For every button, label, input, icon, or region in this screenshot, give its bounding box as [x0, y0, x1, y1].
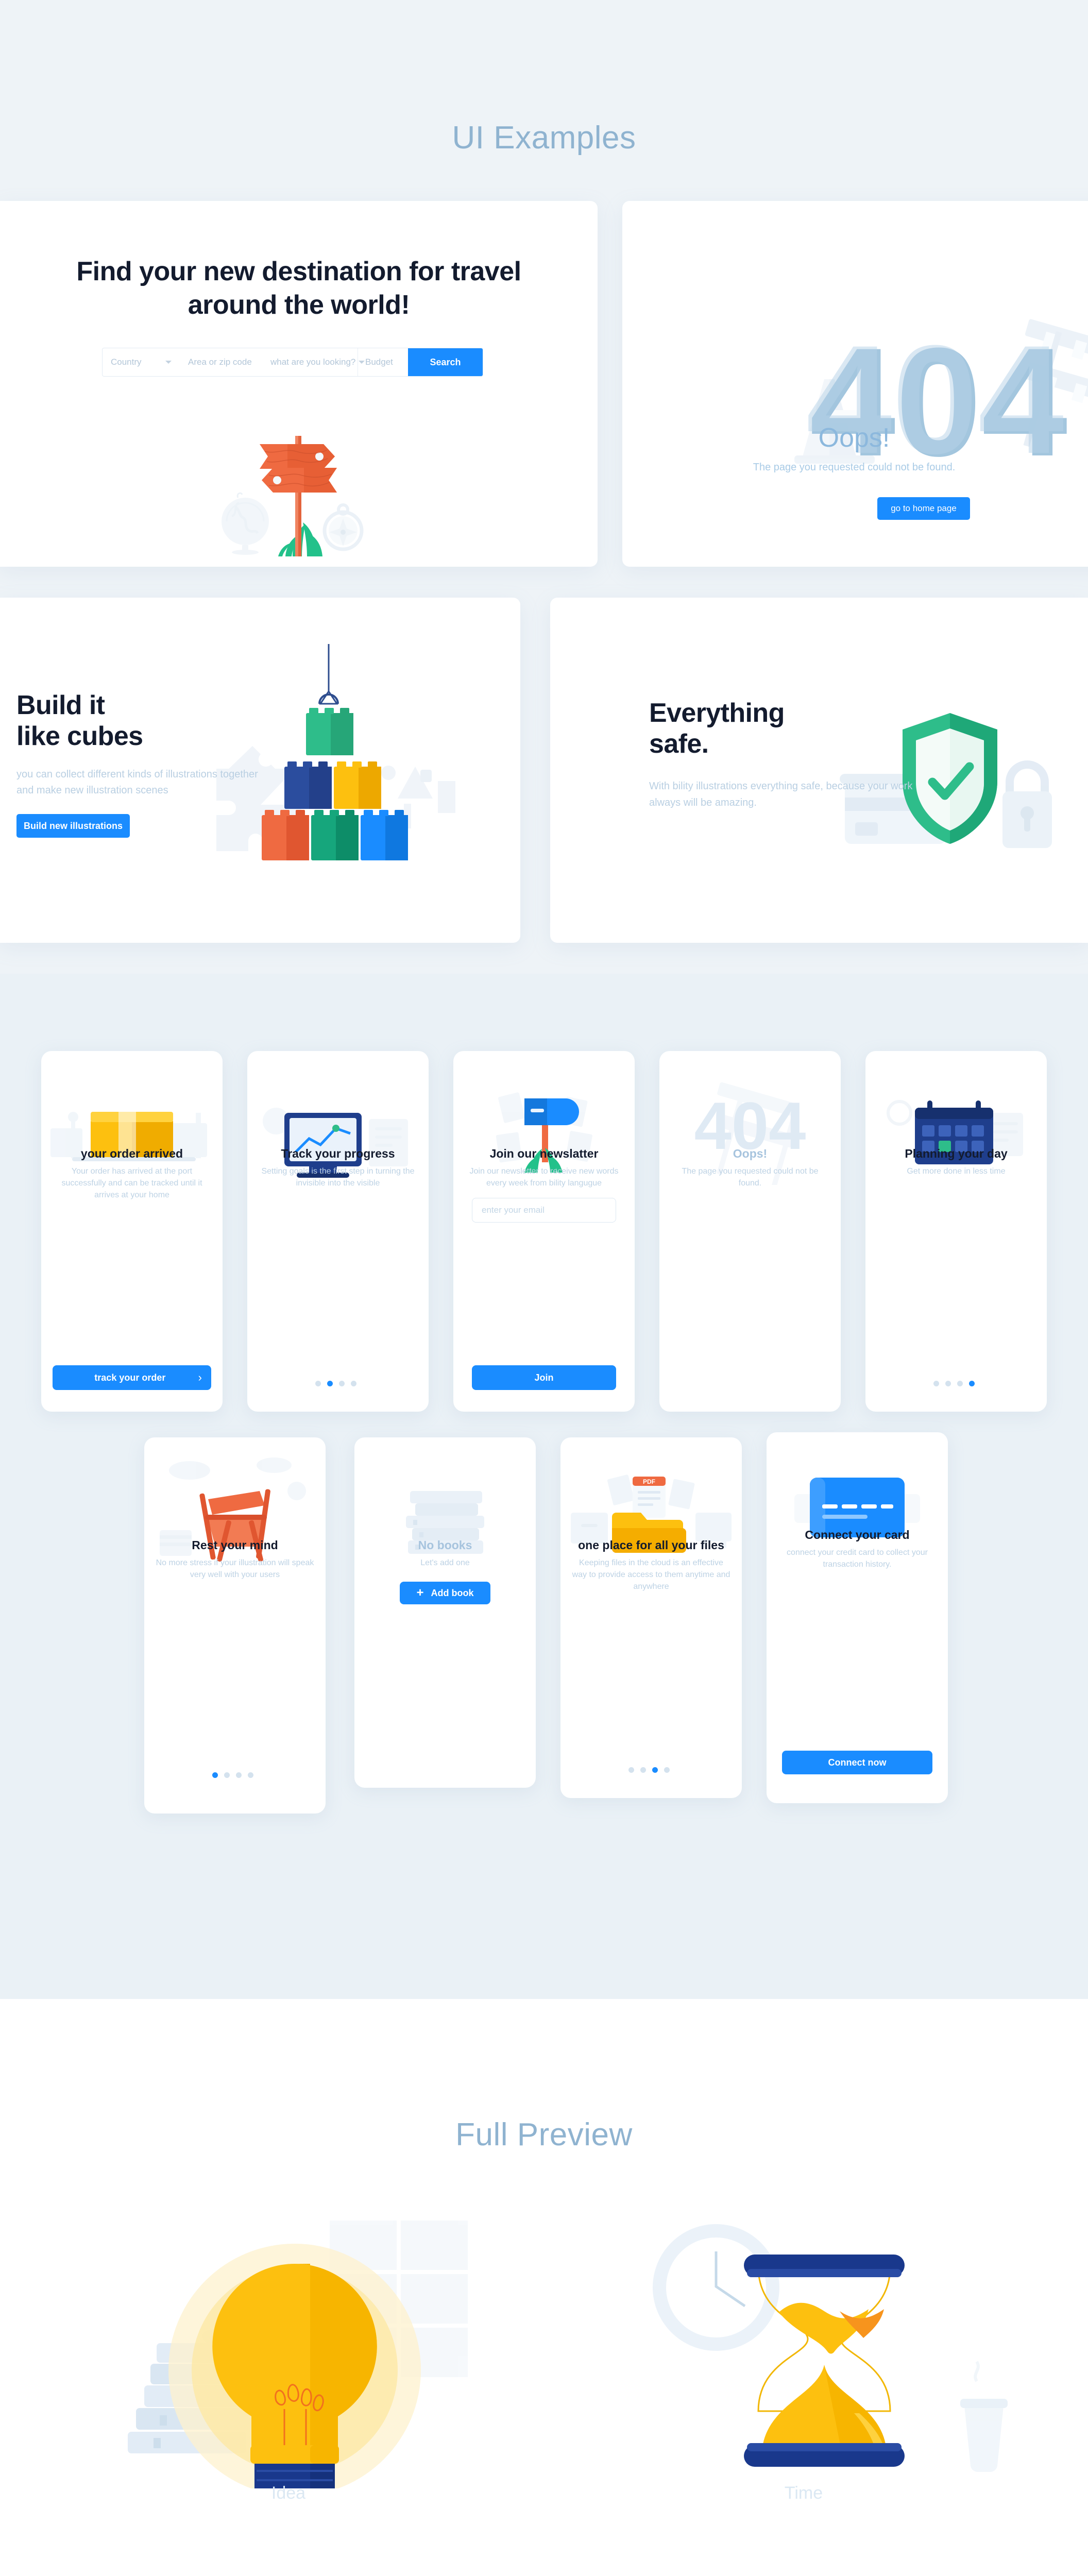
hourglass-clock-coffee-illustration	[653, 2224, 1008, 2472]
cubes-card-subtitle: you can collect different kinds of illus…	[16, 769, 258, 796]
phone-title: one place for all your files	[578, 1538, 724, 1552]
section-title-ui-examples: UI Examples	[452, 120, 636, 156]
phone-card-no-books: No books Let's add one + Add book	[354, 1437, 536, 1788]
area-input[interactable]: Area or zip code	[180, 348, 262, 376]
phone-title: Rest your mind	[192, 1538, 278, 1552]
travel-search-bar: Country Area or zip code what are you lo…	[102, 348, 483, 377]
phone-subtitle: Keeping files in the cloud is an effecti…	[572, 1558, 730, 1591]
carousel-dots[interactable]	[628, 1767, 670, 1773]
carousel-dots[interactable]	[212, 1772, 253, 1778]
carousel-dot[interactable]	[339, 1381, 345, 1386]
carousel-dot[interactable]	[957, 1381, 963, 1386]
connect-now-button[interactable]: Connect now	[782, 1751, 932, 1774]
carousel-dot[interactable]	[664, 1767, 670, 1773]
carousel-dot[interactable]	[351, 1381, 356, 1386]
phone-subtitle: connect your credit card to collect your…	[787, 1548, 928, 1569]
package-delivery-illustration	[50, 1112, 207, 1161]
phone-card-files: PDF one place for all your files Keeping…	[560, 1437, 742, 1798]
country-select-label: Country	[111, 357, 142, 367]
carousel-dot[interactable]	[248, 1772, 253, 1778]
carousel-dots[interactable]	[933, 1381, 975, 1386]
page-root: UI Examples Find your new destination fo…	[0, 0, 1088, 2576]
carousel-dots[interactable]	[315, 1381, 356, 1386]
join-button[interactable]: Join	[472, 1365, 616, 1390]
signpost-globe-compass-illustration	[222, 436, 364, 556]
phone-subtitle: Setting goals is the first step in turni…	[261, 1167, 415, 1188]
track-your-order-button[interactable]: track your order ›	[53, 1365, 211, 1390]
travel-card-heading: Find your new destination for travel aro…	[76, 257, 521, 320]
carousel-dot-active[interactable]	[212, 1772, 218, 1778]
phone-subtitle: Your order has arrived at the port succe…	[61, 1167, 202, 1200]
phone-subtitle: No more stress if your illustration will…	[156, 1558, 314, 1580]
desktop-chart-progress-illustration	[263, 1108, 408, 1178]
carousel-dot[interactable]	[933, 1381, 939, 1386]
go-to-home-page-button[interactable]: go to home page	[877, 497, 970, 520]
top-band	[0, 0, 1088, 201]
phone-subtitle: Join our newsletter to receive new words…	[469, 1167, 619, 1188]
lightbulb-books-illustration	[128, 2221, 468, 2488]
safe-card-heading: Everything safe.	[649, 698, 886, 760]
search-button[interactable]: Search	[408, 348, 483, 376]
plus-icon: +	[416, 1586, 424, 1600]
track-your-order-label: track your order	[94, 1372, 166, 1383]
phone-title: Oops!	[733, 1147, 768, 1160]
phone-card-newsletter: Join our newslatter Join our newsletter …	[453, 1051, 635, 1412]
budget-input[interactable]: Budget	[358, 348, 408, 376]
phone-card-rest-your-mind: Rest your mind No more stress if your il…	[144, 1437, 326, 1814]
full-preview-label-idea: Idea	[271, 2483, 306, 2503]
phone-card-404: 404 Oops! The page you requested could n…	[659, 1051, 841, 1412]
calendar-planner-illustration	[887, 1100, 1023, 1164]
phone-title: Track your progress	[281, 1147, 395, 1160]
safe-heading-line2: safe.	[649, 728, 709, 759]
looking-select[interactable]: what are you looking?	[262, 348, 365, 376]
carousel-dot[interactable]	[628, 1767, 634, 1773]
section-title-full-preview: Full Preview	[455, 2117, 633, 2153]
phone-card-order-arrived: your order arrived Your order has arrive…	[41, 1051, 223, 1412]
phone-card-connect-card: Connect your card connect your credit ca…	[767, 1432, 948, 1803]
phone-title: Connect your card	[805, 1528, 910, 1541]
country-select[interactable]: Country	[103, 348, 180, 376]
carousel-dot[interactable]	[224, 1772, 230, 1778]
error-404-title: Oops!	[818, 423, 890, 453]
phone-card-track-progress: Track your progress Setting goals is the…	[247, 1051, 429, 1412]
barrier-404-illustration: 404	[694, 1082, 806, 1185]
phone-title: No books	[418, 1538, 472, 1552]
phone-subtitle: The page you requested could not be foun…	[682, 1167, 819, 1188]
full-preview-label-time: Time	[784, 2483, 823, 2503]
carousel-dot[interactable]	[945, 1381, 951, 1386]
phone-title: Join our newslatter	[489, 1147, 599, 1160]
carousel-dot-active[interactable]	[969, 1381, 975, 1386]
chevron-down-icon	[165, 361, 172, 364]
email-input[interactable]: enter your email	[472, 1198, 616, 1223]
safe-heading-line1: Everything	[649, 698, 785, 728]
chevron-right-icon: ›	[198, 1371, 202, 1384]
add-book-label: Add book	[431, 1587, 474, 1598]
carousel-dot[interactable]	[640, 1767, 646, 1773]
carousel-dot-active[interactable]	[327, 1381, 333, 1386]
credit-card-illustration	[794, 1478, 920, 1537]
error-404-subtitle: The page you requested could not be foun…	[753, 462, 956, 473]
phone-title: your order arrived	[80, 1147, 183, 1160]
phone-card-planning-day: Planning your day Get more done in less …	[865, 1051, 1047, 1412]
carousel-dot[interactable]	[236, 1772, 242, 1778]
phone-subtitle: Get more done in less time	[907, 1167, 1006, 1176]
cubes-heading-line1: Build it	[16, 690, 105, 720]
cubes-heading-line2: like cubes	[16, 721, 143, 751]
add-book-button[interactable]: + Add book	[400, 1582, 490, 1604]
carousel-dot[interactable]	[315, 1381, 321, 1386]
mailbox-newsletter-illustration	[496, 1092, 592, 1173]
phone-title: Planning your day	[905, 1147, 1008, 1160]
safe-card-subtitle: With bility illustrations everything saf…	[649, 781, 913, 808]
cubes-card-heading: Build it like cubes	[16, 690, 284, 752]
carousel-dot-active[interactable]	[652, 1767, 658, 1773]
build-new-illustrations-button[interactable]: Build new illustrations	[16, 814, 130, 838]
svg-text:PDF: PDF	[643, 1478, 655, 1485]
phone-subtitle: Let's add one	[420, 1558, 470, 1567]
looking-select-label: what are you looking?	[270, 357, 356, 367]
